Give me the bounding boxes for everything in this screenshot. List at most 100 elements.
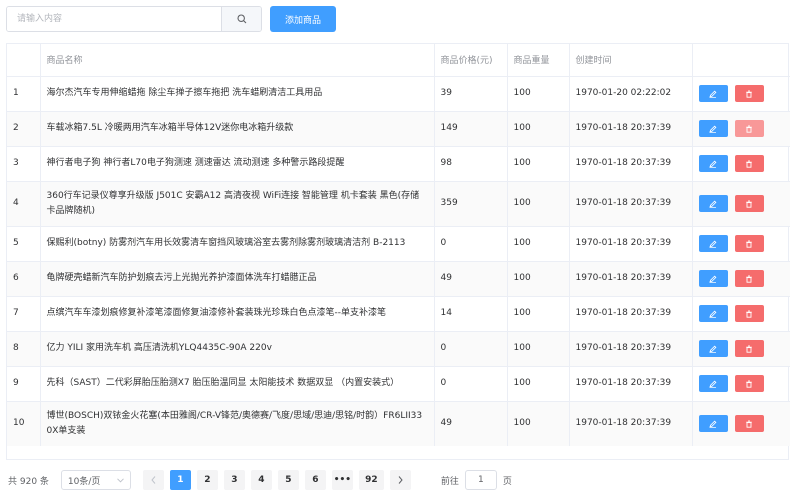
row-index: 7 bbox=[7, 296, 41, 332]
edit-button[interactable] bbox=[698, 85, 728, 102]
toolbar: 添加商品 bbox=[6, 6, 336, 32]
row-index: 9 bbox=[7, 366, 41, 402]
trash-icon bbox=[746, 380, 752, 388]
page-1-button[interactable]: 1 bbox=[169, 470, 191, 490]
product-price: 49 bbox=[434, 401, 508, 446]
delete-button[interactable] bbox=[734, 305, 764, 322]
trash-icon bbox=[746, 125, 752, 133]
page-6-button[interactable]: 6 bbox=[304, 470, 326, 490]
table-header-row: 商品名称 商品价格(元) 商品重量 创建时间 bbox=[7, 44, 790, 77]
trash-icon bbox=[746, 345, 752, 353]
edit-icon bbox=[709, 160, 717, 168]
product-name: 点缤汽车车漆划痕修复补漆笔漆面修复油漆修补套装珠光珍珠白色点漆笔--单支补漆笔 bbox=[40, 296, 435, 332]
row-actions bbox=[692, 401, 790, 446]
table-row: 7 点缤汽车车漆划痕修复补漆笔漆面修复油漆修补套装珠光珍珠白色点漆笔--单支补漆笔… bbox=[7, 296, 790, 332]
next-page-button[interactable] bbox=[389, 470, 411, 490]
edit-icon bbox=[709, 345, 717, 353]
chevron-right-icon bbox=[398, 476, 403, 484]
edit-button[interactable] bbox=[698, 375, 728, 392]
product-table: 商品名称 商品价格(元) 商品重量 创建时间 1 海尔杰汽车专用伸缩蜡拖 除尘车掸… bbox=[6, 43, 790, 460]
table-row: 10 博世(BOSCH)双铱金火花塞(本田雅阁/CR-V锋范/奥德赛/飞度/思域/… bbox=[7, 401, 790, 446]
edit-icon bbox=[709, 380, 717, 388]
row-actions bbox=[692, 76, 790, 112]
row-actions bbox=[692, 261, 790, 297]
edit-button[interactable] bbox=[698, 270, 728, 287]
total-count: 共 920 条 bbox=[8, 476, 49, 487]
trash-icon bbox=[746, 240, 752, 248]
row-actions bbox=[692, 181, 790, 227]
delete-button[interactable] bbox=[734, 415, 764, 433]
product-price: 149 bbox=[434, 111, 508, 147]
product-name: 海尔杰汽车专用伸缩蜡拖 除尘车掸子擦车拖把 洗车蜡刷清洁工具用品 bbox=[40, 76, 435, 112]
table-row: 8 亿力 YILI 家用洗车机 高压清洗机YLQ4435C-90A 220v 0 10… bbox=[7, 331, 790, 367]
row-index: 2 bbox=[7, 111, 41, 147]
action-buttons bbox=[698, 195, 785, 212]
header-price: 商品价格(元) bbox=[434, 44, 508, 77]
product-created-time: 1970-01-18 20:37:39 bbox=[569, 226, 693, 262]
trash-icon bbox=[746, 420, 752, 428]
delete-button[interactable] bbox=[734, 375, 764, 392]
search-input[interactable] bbox=[7, 7, 221, 31]
search-icon bbox=[236, 14, 246, 24]
product-weight: 100 bbox=[507, 401, 570, 446]
edit-button[interactable] bbox=[698, 235, 728, 252]
trash-icon bbox=[746, 200, 752, 208]
page-3-button[interactable]: 3 bbox=[223, 470, 245, 490]
page-size-value: 10条/页 bbox=[67, 476, 101, 487]
table-row: 1 海尔杰汽车专用伸缩蜡拖 除尘车掸子擦车拖把 洗车蜡刷清洁工具用品 39 100 19… bbox=[7, 76, 790, 112]
search-button[interactable] bbox=[221, 7, 261, 31]
goto-suffix: 页 bbox=[502, 476, 512, 487]
product-price: 0 bbox=[434, 331, 508, 367]
search-box bbox=[6, 6, 262, 32]
page-5-button[interactable]: 5 bbox=[277, 470, 299, 490]
row-actions bbox=[692, 226, 790, 262]
page-4-button[interactable]: 4 bbox=[250, 470, 272, 490]
page-size-select[interactable]: 10条/页 bbox=[60, 470, 131, 490]
edit-button[interactable] bbox=[698, 415, 728, 433]
product-price: 98 bbox=[434, 146, 508, 182]
edit-button[interactable] bbox=[698, 305, 728, 322]
delete-button[interactable] bbox=[734, 340, 764, 357]
trash-icon bbox=[746, 90, 752, 98]
edit-button[interactable] bbox=[698, 155, 728, 172]
product-name: 亿力 YILI 家用洗车机 高压清洗机YLQ4435C-90A 220v bbox=[40, 331, 435, 367]
product-price: 0 bbox=[434, 226, 508, 262]
page-last-button[interactable]: 92 bbox=[358, 470, 384, 490]
product-created-time: 1970-01-18 20:37:39 bbox=[569, 331, 693, 367]
action-buttons bbox=[698, 305, 785, 322]
edit-button[interactable] bbox=[698, 340, 728, 357]
row-actions bbox=[692, 296, 790, 332]
row-index: 5 bbox=[7, 226, 41, 262]
pagination: 共 920 条 10条/页 1 2 3 4 5 6 ••• 92 前往 页 bbox=[8, 470, 512, 490]
product-name: 保赐利(botny) 防雾剂汽车用长效雾清车窗挡风玻璃浴室去雾剂除雾剂玻璃清洁剂… bbox=[40, 226, 435, 262]
add-product-button[interactable]: 添加商品 bbox=[270, 6, 336, 32]
goto-page-input[interactable] bbox=[464, 470, 497, 490]
delete-button[interactable] bbox=[734, 235, 764, 252]
prev-page-button[interactable] bbox=[142, 470, 164, 490]
edit-button[interactable] bbox=[698, 195, 728, 212]
product-name: 龟牌硬壳蜡新汽车防护划痕去污上光抛光养护漆面体洗车打蜡腊正品 bbox=[40, 261, 435, 297]
page-ellipsis-button[interactable]: ••• bbox=[331, 470, 353, 490]
table-row: 9 先科（SAST）二代彩屏胎压胎测X7 胎压胎温同显 太阳能技术 数据双显 （内… bbox=[7, 366, 790, 402]
page-2-button[interactable]: 2 bbox=[196, 470, 218, 490]
delete-button[interactable] bbox=[734, 85, 764, 102]
edit-icon bbox=[709, 310, 717, 318]
trash-icon bbox=[746, 310, 752, 318]
row-index: 8 bbox=[7, 331, 41, 367]
goto-prefix: 前往 bbox=[440, 476, 459, 487]
action-buttons bbox=[698, 155, 785, 172]
action-buttons bbox=[698, 235, 785, 252]
delete-button[interactable] bbox=[734, 155, 764, 172]
product-weight: 100 bbox=[507, 366, 570, 402]
delete-button[interactable] bbox=[734, 270, 764, 287]
row-actions bbox=[692, 146, 790, 182]
action-buttons bbox=[698, 340, 785, 357]
product-weight: 100 bbox=[507, 296, 570, 332]
delete-button[interactable] bbox=[734, 120, 764, 137]
product-name: 车载冰箱7.5L 冷暖两用汽车冰箱半导体12V迷你电冰箱升级款 bbox=[40, 111, 435, 147]
table-row: 3 神行者电子狗 神行者L70电子狗测速 测速雷达 流动测速 多种警示路段提醒 98… bbox=[7, 146, 790, 182]
delete-button[interactable] bbox=[734, 195, 764, 212]
row-actions bbox=[692, 331, 790, 367]
trash-icon bbox=[746, 275, 752, 283]
edit-button[interactable] bbox=[698, 120, 728, 137]
